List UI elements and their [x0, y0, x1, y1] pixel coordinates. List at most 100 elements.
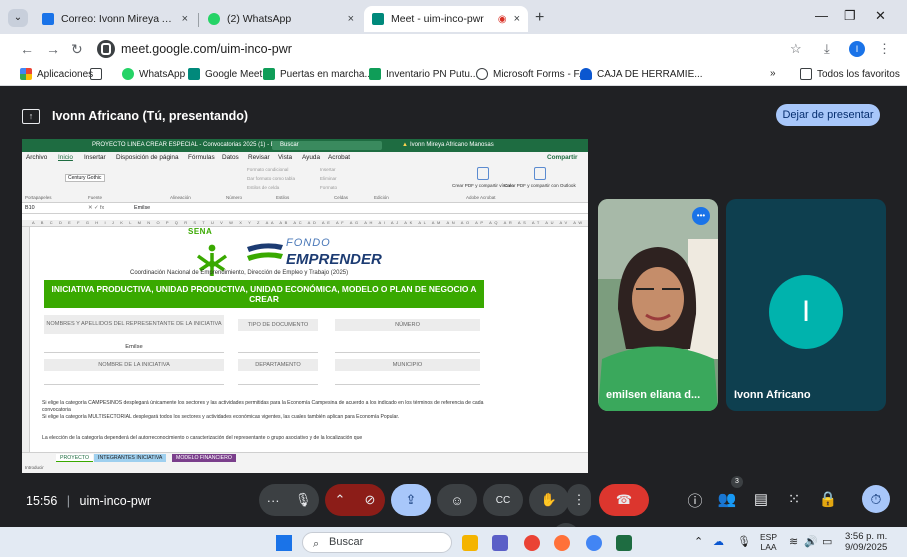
restore-icon[interactable]: ❐ — [844, 8, 856, 24]
section-banner: INICIATIVA PRODUCTIVA, UNIDAD PRODUCTIVA… — [44, 280, 484, 308]
activities-icon[interactable]: ⁙ — [783, 490, 805, 508]
captions-button[interactable]: CC — [483, 484, 523, 516]
chat-icon[interactable]: ▤ — [750, 490, 772, 508]
excel-search-box: Buscar — [272, 141, 382, 150]
tray-overflow-icon[interactable]: ⌃ — [694, 535, 703, 548]
minimize-icon[interactable]: — — [815, 8, 828, 23]
site-info-icon[interactable] — [97, 40, 115, 58]
people-icon[interactable]: 👥 — [716, 490, 738, 508]
taskbar-clock[interactable]: 3:56 p. m. 9/09/2025 — [845, 531, 887, 553]
timer-icon[interactable]: ⏱ — [862, 485, 890, 513]
address-bar[interactable]: meet.google.com/uim-inco-pwr — [95, 38, 815, 60]
url-text[interactable]: meet.google.com/uim-inco-pwr — [121, 42, 292, 56]
bookmarks-bar: Aplicaciones WhatsApp Google Meet Puerta… — [0, 64, 907, 86]
participant-tile-ivonn[interactable]: I Ivonn Africano — [726, 199, 886, 411]
presenter-label: Ivonn Africano (Tú, presentando) — [52, 109, 249, 123]
field-underline — [238, 352, 318, 353]
bookmark-puertas[interactable]: Puertas en marcha... — [263, 68, 373, 80]
menu-dots-icon[interactable]: ⋮ — [878, 41, 891, 57]
cloud-icon — [580, 68, 592, 80]
pdf-icon — [533, 167, 546, 180]
raise-hand-button[interactable]: ✋ — [529, 484, 569, 516]
present-button[interactable]: ⇪ — [391, 484, 431, 516]
more-options-icon: ⋮ — [572, 492, 586, 507]
tab-groups-icon[interactable] — [90, 68, 102, 80]
more-options-button[interactable]: ⋮ — [567, 484, 591, 516]
mic-tray-icon[interactable]: 🎙 — [737, 535, 751, 548]
field-underline — [44, 352, 224, 353]
bookmark-apps[interactable]: Aplicaciones — [20, 68, 93, 80]
chrome-profile-icon[interactable] — [586, 535, 602, 551]
bookmark-whatsapp[interactable]: WhatsApp — [122, 68, 185, 80]
reactions-button[interactable]: ☺ — [437, 484, 477, 516]
leave-call-button[interactable]: ☎ — [599, 484, 649, 516]
forward-icon[interactable]: → — [46, 41, 60, 57]
onedrive-icon[interactable]: ☁ — [713, 535, 724, 548]
label-nombre-iniciativa: NOMBRE DE LA INICIATIVA — [44, 359, 224, 371]
bookmark-inventario[interactable]: Inventario PN Putu... — [369, 68, 478, 80]
close-tab-icon[interactable]: × — [514, 13, 520, 25]
teams-icon[interactable] — [492, 535, 508, 551]
tab-search-button[interactable]: ⌄ — [8, 9, 28, 27]
excel-title-bar: PROYECTO LINEA CREAR ESPECIAL - Convocat… — [22, 139, 588, 152]
chrome-icon[interactable] — [524, 535, 540, 551]
bookmark-google-meet[interactable]: Google Meet — [188, 68, 262, 80]
back-icon[interactable]: ← — [20, 41, 34, 57]
meeting-time: 15:56 — [26, 494, 58, 508]
label-numero: NÚMERO — [335, 319, 480, 331]
windows-start-icon[interactable] — [276, 535, 292, 551]
close-window-icon[interactable]: ✕ — [875, 8, 886, 24]
fondo-text: FONDO — [286, 237, 331, 249]
volume-icon[interactable]: 🔊 — [804, 535, 818, 548]
label-departamento: DEPARTAMENTO — [238, 359, 318, 371]
firefox-icon[interactable] — [554, 535, 570, 551]
tab-gmail[interactable]: Correo: Ivonn Mireya Africano × — [34, 6, 196, 32]
browser-toolbar: ← → ↻ meet.google.com/uim-inco-pwr ☆ ⤓ ⋮ — [0, 34, 907, 64]
sheets-icon — [263, 68, 275, 80]
gmail-icon — [42, 13, 54, 25]
camera-control[interactable]: ⌃ ⊘ — [325, 484, 385, 516]
profile-avatar[interactable]: I — [849, 41, 865, 57]
whatsapp-icon — [208, 13, 220, 25]
recording-icon: ◉ — [497, 13, 507, 25]
hand-icon: ✋ — [540, 492, 558, 507]
microphone-control[interactable]: ··· 🎙 — [259, 484, 319, 516]
camera-off-icon[interactable]: ⊘ — [365, 492, 376, 508]
bookmarks-overflow-icon[interactable]: » — [770, 68, 776, 79]
tab-whatsapp[interactable]: (2) WhatsApp × — [200, 6, 362, 32]
language-indicator[interactable]: ESP LAA — [760, 532, 777, 552]
excel-icon[interactable] — [616, 535, 632, 551]
grid-icon — [90, 68, 102, 80]
microphone-icon[interactable]: 🎙 — [295, 492, 312, 508]
close-tab-icon[interactable]: × — [182, 13, 188, 25]
meet-icon — [188, 68, 200, 80]
field-underline — [335, 352, 480, 353]
present-screen-icon: ↑ — [22, 108, 40, 124]
download-icon[interactable]: ⤓ — [824, 41, 830, 57]
info-divider: | — [66, 494, 71, 508]
taskbar-search[interactable]: ⌕ Buscar — [302, 532, 452, 553]
sheets-icon — [369, 68, 381, 80]
host-controls-icon[interactable]: 🔒 — [817, 490, 839, 508]
new-tab-button[interactable]: + — [535, 9, 544, 27]
field-underline — [335, 384, 480, 385]
wifi-icon[interactable]: ≋ — [789, 535, 798, 548]
bookmark-star-icon[interactable]: ☆ — [790, 41, 802, 57]
close-tab-icon[interactable]: × — [348, 13, 354, 25]
reload-icon[interactable]: ↻ — [71, 41, 83, 58]
meet-stage: ↑ Ivonn Africano (Tú, presentando) Dejar… — [0, 86, 907, 551]
tab-meet[interactable]: Meet - uim-inco-pwr ◉ × — [364, 6, 528, 32]
file-explorer-icon[interactable] — [462, 535, 478, 551]
camera-options-icon[interactable]: ⌃ — [335, 492, 346, 508]
stop-presenting-button[interactable]: Dejar de presentar — [776, 104, 880, 126]
bookmark-forms[interactable]: Microsoft Forms - F... — [476, 68, 587, 80]
field-underline — [44, 384, 224, 385]
meeting-code: uim-inco-pwr — [79, 494, 152, 508]
participant-tile-emilsen[interactable]: ••• emilsen eliana d... — [598, 199, 718, 411]
more-mic-options-icon[interactable]: ··· — [267, 493, 280, 508]
meeting-details-icon[interactable]: ⓘ — [684, 490, 706, 511]
all-bookmarks-folder[interactable]: Todos los favoritos — [800, 68, 900, 80]
battery-icon[interactable]: ▭ — [822, 535, 832, 548]
sheet-tab-integrantes: INTEGRANTES INICIATIVA — [94, 454, 167, 462]
bookmark-caja[interactable]: CAJA DE HERRAMIE... — [580, 68, 703, 80]
